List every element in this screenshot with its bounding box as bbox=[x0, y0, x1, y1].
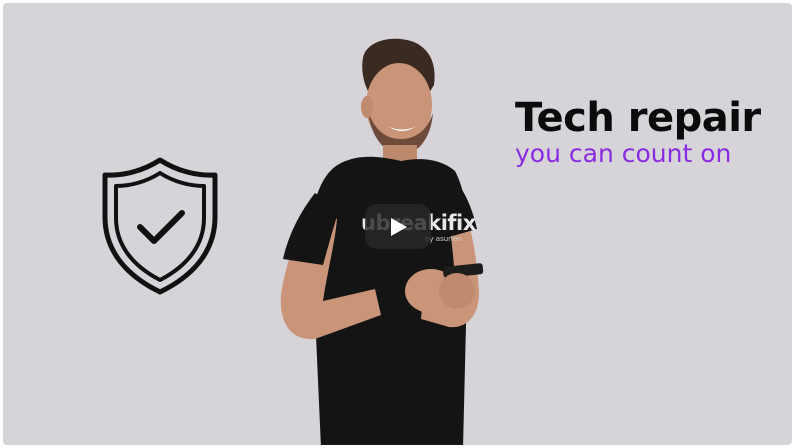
video-player[interactable]: Tech repair you can count on ubreakifix … bbox=[3, 3, 792, 445]
headline-tagline: you can count on bbox=[515, 139, 732, 168]
play-icon bbox=[391, 218, 407, 236]
headline-title: Tech repair bbox=[515, 95, 761, 141]
play-button[interactable] bbox=[365, 204, 431, 249]
shield-check-icon bbox=[102, 157, 218, 295]
headline-block: Tech repair you can count on bbox=[515, 95, 775, 169]
